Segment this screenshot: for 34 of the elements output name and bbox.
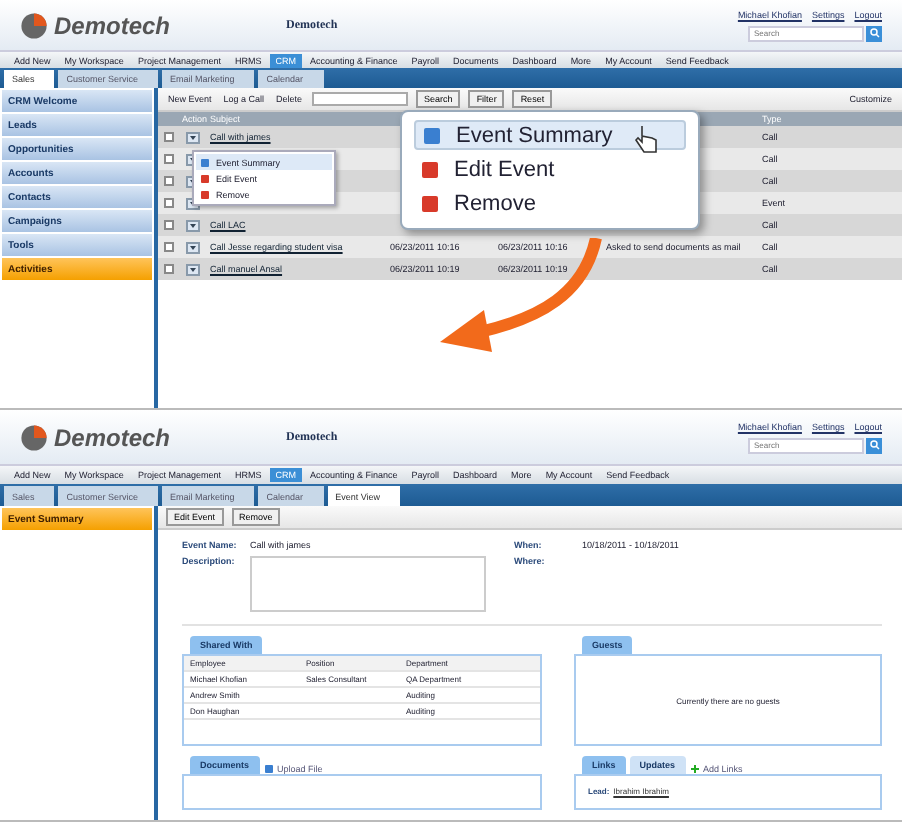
row-checkbox[interactable] <box>163 242 173 252</box>
row-checkbox[interactable] <box>163 132 173 142</box>
row-action-button[interactable] <box>185 131 199 143</box>
plus-icon <box>689 764 700 774</box>
hand-cursor-icon <box>634 124 658 156</box>
menu-option[interactable]: Remove <box>414 189 686 220</box>
row-checkbox[interactable] <box>163 264 173 274</box>
caret-icon <box>189 135 195 139</box>
row-checkbox[interactable] <box>163 220 173 230</box>
search-icon <box>869 440 879 450</box>
brand-name: Demotech <box>54 11 171 39</box>
row-checkbox[interactable] <box>163 154 173 164</box>
caret-icon <box>189 223 195 227</box>
filter-field[interactable] <box>312 92 409 106</box>
row-checkbox[interactable] <box>163 198 173 208</box>
row-action-button[interactable] <box>185 241 199 253</box>
search-icon <box>869 28 879 38</box>
row-action-button[interactable] <box>185 263 199 275</box>
upload-icon <box>263 764 274 774</box>
search-button[interactable] <box>866 437 882 453</box>
caret-icon <box>189 245 195 249</box>
row-action-button[interactable] <box>185 219 199 231</box>
description-field[interactable] <box>250 556 486 612</box>
option-icon <box>420 194 440 215</box>
logo-icon <box>20 11 48 39</box>
logo-icon <box>20 423 48 451</box>
search-button[interactable] <box>866 25 882 41</box>
row-checkbox[interactable] <box>163 176 173 186</box>
option-icon <box>420 160 440 181</box>
caret-icon <box>189 267 195 271</box>
menu-option[interactable]: Edit Event <box>414 154 686 186</box>
brand-name: Demotech <box>54 423 171 451</box>
option-icon <box>422 125 442 146</box>
menu-option[interactable]: Event Summary <box>414 120 686 151</box>
